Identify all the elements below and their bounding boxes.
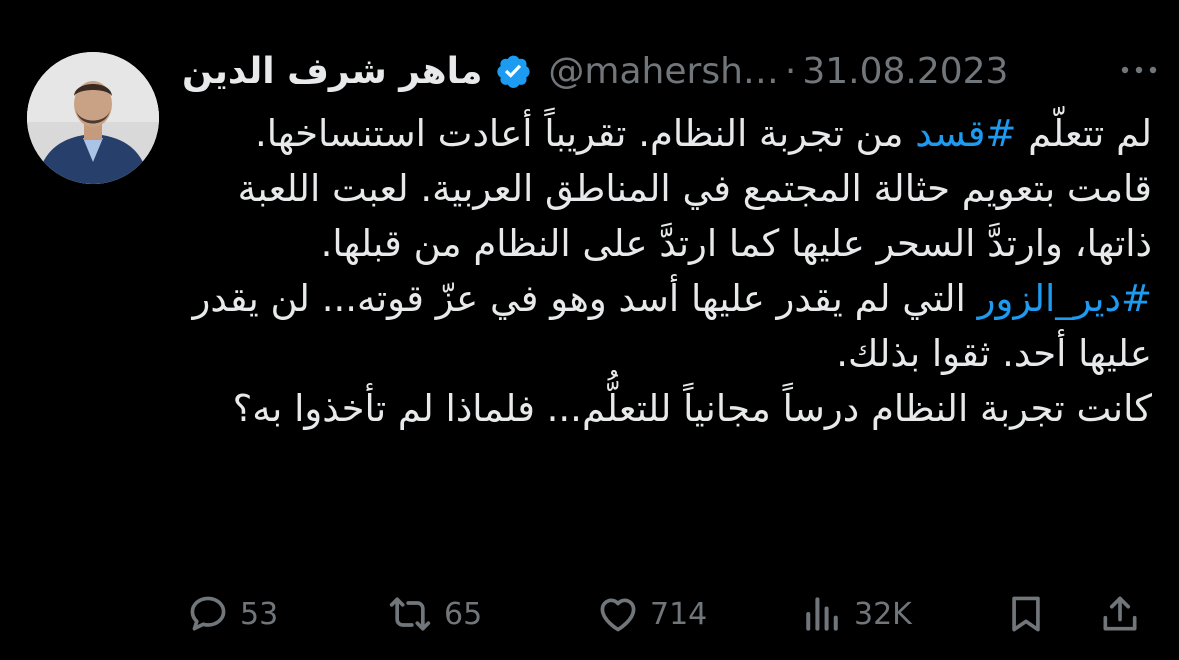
action-bar: 53 65 714 32K xyxy=(186,590,1146,638)
reply-count: 53 xyxy=(240,596,279,632)
tweet-text-segment: لم تتعلّم xyxy=(1016,112,1152,155)
reply-button[interactable]: 53 xyxy=(186,590,278,638)
views-button[interactable]: 32K xyxy=(800,590,912,638)
share-icon xyxy=(1098,592,1142,636)
bookmark-icon xyxy=(1004,592,1048,636)
avatar[interactable] xyxy=(27,52,159,184)
views-bars-icon xyxy=(800,592,844,636)
repost-button[interactable]: 65 xyxy=(386,590,482,638)
tweet-text: لم تتعلّم #قسد من تجربة النظام. تقريباً … xyxy=(180,106,1152,436)
author-handle[interactable]: @mahersh… xyxy=(548,51,778,92)
heart-icon xyxy=(596,592,640,636)
repost-count: 65 xyxy=(444,596,483,632)
verified-badge-icon xyxy=(494,52,532,90)
tweet-header: ماهر شرف الدين @mahersh… · 31.08.2023 xyxy=(182,40,1162,102)
tweet-paragraph-3: كانت تجربة النظام درساً مجانياً للتعلُّم… xyxy=(232,387,1152,430)
tweet-paragraph-1: لم تتعلّم #قسد من تجربة النظام. تقريباً … xyxy=(180,106,1152,271)
views-count: 32K xyxy=(854,596,912,632)
reply-bubble-icon xyxy=(186,592,230,636)
like-button[interactable]: 714 xyxy=(596,590,707,638)
more-dots-icon[interactable] xyxy=(1117,58,1161,82)
tweet-date[interactable]: 31.08.2023 xyxy=(802,51,1008,92)
hashtag-link[interactable]: #دير_الزور xyxy=(978,277,1152,320)
tweet-paragraph-2: #دير_الزور التي لم يقدر عليها أسد وهو في… xyxy=(180,271,1152,381)
like-count: 714 xyxy=(650,596,708,632)
tweet-card: ماهر شرف الدين @mahersh… · 31.08.2023 لم… xyxy=(0,0,1179,660)
hashtag-link[interactable]: #قسد xyxy=(915,112,1016,155)
header-separator: · xyxy=(784,50,797,92)
bookmark-button[interactable] xyxy=(1004,590,1048,638)
avatar-photo xyxy=(27,52,159,184)
display-name[interactable]: ماهر شرف الدين xyxy=(182,51,482,92)
share-button[interactable] xyxy=(1098,590,1142,638)
repost-icon xyxy=(386,592,434,636)
